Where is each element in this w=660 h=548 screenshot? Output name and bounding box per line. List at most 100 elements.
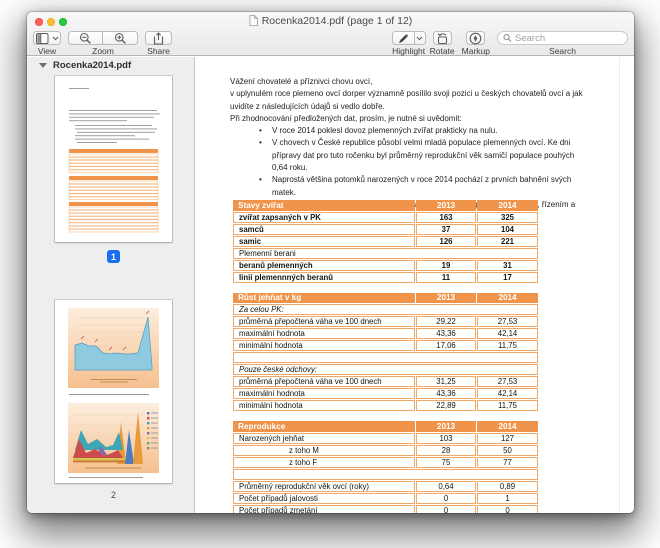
table-row: Plemenní berani xyxy=(233,248,538,259)
table-row: průměrná přepočtená váha ve 100 dnech29,… xyxy=(233,316,538,327)
table-cell: 325 xyxy=(477,212,538,223)
table-cell: zvířat zapsaných v PK xyxy=(233,212,415,223)
window-chrome: Rocenka2014.pdf (page 1 of 12) xyxy=(27,12,634,56)
table-cell: 50 xyxy=(477,445,538,456)
document-tables: Stavy zvířat20132014zvířat zapsaných v P… xyxy=(232,199,535,513)
table-cell: z toho F xyxy=(233,457,415,468)
table-row: beranů plemenných1931 xyxy=(233,260,538,271)
sidebar-view-icon xyxy=(36,33,51,44)
page2-preview xyxy=(55,300,172,483)
table-cell: samic xyxy=(233,236,415,247)
window-title-row: Rocenka2014.pdf (page 1 of 12) xyxy=(27,15,634,27)
highlight-button[interactable] xyxy=(392,31,415,45)
table-cell: 37 xyxy=(416,224,476,235)
zoom-in-button[interactable] xyxy=(103,31,138,45)
table-cell: 42,14 xyxy=(477,328,538,339)
table-cell: 29,22 xyxy=(416,316,476,327)
document-view[interactable]: Vážení chovatelé a příznivci chovu ovcí,… xyxy=(195,57,634,513)
table-cell: 19 xyxy=(416,260,476,271)
table-cell: 17,06 xyxy=(416,340,476,351)
table-row: Narozených jehňat103127 xyxy=(233,433,538,444)
table-cell: Počet případů zmetání xyxy=(233,505,415,514)
table-cell: 43,36 xyxy=(416,328,476,339)
sidebar-document-header[interactable]: Rocenka2014.pdf xyxy=(27,57,194,74)
markup-icon xyxy=(469,32,482,45)
table-cell: Za celou PK: xyxy=(233,304,538,315)
search-input[interactable] xyxy=(515,33,622,44)
chevron-down-icon xyxy=(416,36,423,41)
zoom-out-icon xyxy=(79,32,92,45)
highlight-label: Highlight xyxy=(392,47,425,55)
table-cell: 11,75 xyxy=(477,400,538,411)
table-cell xyxy=(233,469,538,480)
table-header-row: Stavy zvířat20132014 xyxy=(233,200,538,211)
table-cell xyxy=(233,352,538,363)
table-cell: 0 xyxy=(416,493,476,504)
rotate-button[interactable] xyxy=(433,31,452,45)
rotate-label: Rotate xyxy=(430,47,455,55)
document-proxy-icon xyxy=(249,15,258,26)
page-number-badge-selected[interactable]: 1 xyxy=(107,250,120,263)
zoom-label: Zoom xyxy=(92,47,114,55)
table-cell: 42,14 xyxy=(477,388,538,399)
page-thumbnail-1[interactable] xyxy=(55,76,172,242)
bullet-item: Naprostá většina potomků narozených v ro… xyxy=(230,174,588,199)
table-row: samců37104 xyxy=(233,224,538,235)
zoom-out-button[interactable] xyxy=(68,31,103,45)
table-cell: z toho M xyxy=(233,445,415,456)
disclosure-triangle-icon[interactable] xyxy=(39,63,47,68)
page-number-label[interactable]: 2 xyxy=(55,490,172,500)
table-cell: 0,64 xyxy=(416,481,476,492)
table-cell: Narozených jehňat xyxy=(233,433,415,444)
share-button[interactable] xyxy=(145,31,172,45)
page1-preview xyxy=(55,76,172,242)
scrollbar-track[interactable] xyxy=(619,57,620,513)
bullet-item: V chovech v České republice působí velmi… xyxy=(230,137,588,174)
view-label: View xyxy=(38,47,56,55)
markup-label: Markup xyxy=(462,47,490,55)
data-table: Růst jehňat v kg20132014Za celou PK:prům… xyxy=(232,292,539,413)
table-cell: 22,89 xyxy=(416,400,476,411)
table-cell: 127 xyxy=(477,433,538,444)
year-header: 2014 xyxy=(477,200,538,211)
table-title: Reprodukce xyxy=(233,421,415,432)
table-row: průměrná přepočtená váha ve 100 dnech31,… xyxy=(233,376,538,387)
table-row: samic126221 xyxy=(233,236,538,247)
highlight-pen-icon xyxy=(397,32,409,44)
table-row: linií plemennných beranů1117 xyxy=(233,272,538,283)
table-cell: 103 xyxy=(416,433,476,444)
table-header-row: Reprodukce20132014 xyxy=(233,421,538,432)
search-field[interactable] xyxy=(497,31,628,45)
table-cell: Plemenní berani xyxy=(233,248,538,259)
table-cell: průměrná přepočtená váha ve 100 dnech xyxy=(233,316,415,327)
data-table: Stavy zvířat20132014zvířat zapsaných v P… xyxy=(232,199,539,284)
table-row: z toho F7577 xyxy=(233,457,538,468)
table-cell: 28 xyxy=(416,445,476,456)
table-cell: linií plemennných beranů xyxy=(233,272,415,283)
share-icon xyxy=(153,32,164,45)
year-header: 2013 xyxy=(416,200,476,211)
table-row: z toho M2850 xyxy=(233,445,538,456)
search-label: Search xyxy=(549,47,576,55)
table-row: Pouze české odchovy: xyxy=(233,364,538,375)
page-thumbnail-2[interactable] xyxy=(55,300,172,483)
year-header: 2013 xyxy=(416,421,476,432)
view-button[interactable] xyxy=(33,31,61,45)
table-cell: 11,75 xyxy=(477,340,538,351)
table-cell: Pouze české odchovy: xyxy=(233,364,538,375)
table-cell: 27,53 xyxy=(477,316,538,327)
bullet-item: V roce 2014 poklesl dovoz plemenných zví… xyxy=(230,125,588,137)
table-row: maximální hodnota43,3642,14 xyxy=(233,388,538,399)
intro-paragraphs: Vážení chovatelé a příznivci chovu ovcí,… xyxy=(230,76,588,125)
sidebar-document-title: Rocenka2014.pdf xyxy=(53,60,131,71)
table-cell: beranů plemenných xyxy=(233,260,415,271)
highlight-dropdown-button[interactable] xyxy=(415,31,426,45)
table-cell: samců xyxy=(233,224,415,235)
table-row: zvířat zapsaných v PK163325 xyxy=(233,212,538,223)
markup-button[interactable] xyxy=(466,31,485,45)
table-title: Stavy zvířat xyxy=(233,200,415,211)
table-cell: minimální hodnota xyxy=(233,400,415,411)
table-cell: Průměrný reprodukční věk ovcí (roky) xyxy=(233,481,415,492)
table-cell: 126 xyxy=(416,236,476,247)
table-cell: maximální hodnota xyxy=(233,328,415,339)
